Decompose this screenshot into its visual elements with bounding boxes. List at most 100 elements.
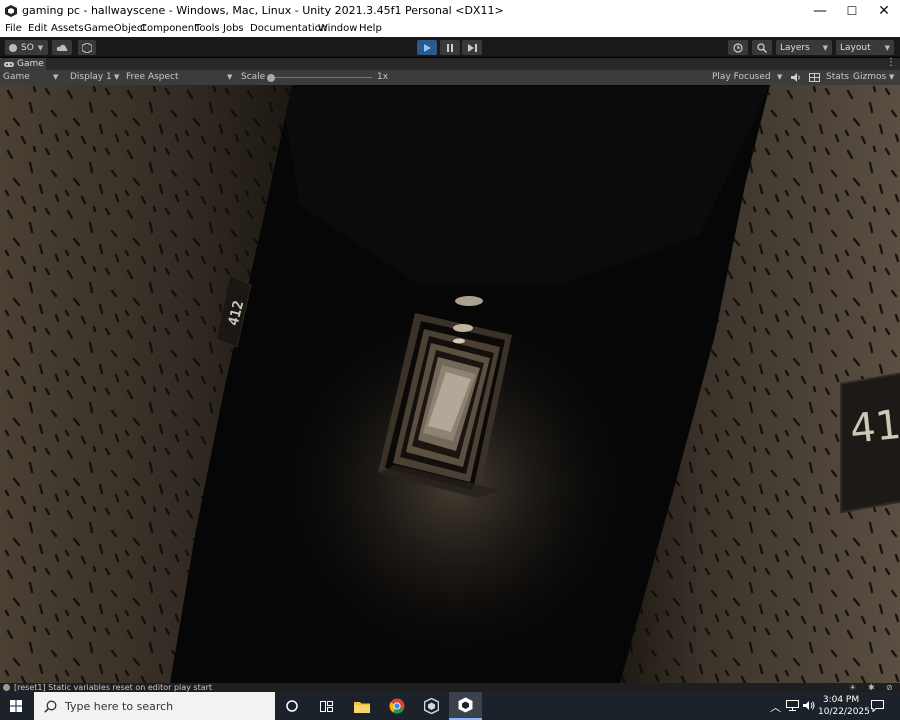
tab-strip: Game ⋮: [0, 57, 900, 70]
tab-game[interactable]: Game: [0, 58, 46, 70]
menu-tools[interactable]: Tools: [195, 23, 220, 34]
scale-value: 1x: [377, 72, 389, 82]
cloud-icon: [56, 44, 68, 51]
minimize-button[interactable]: —: [804, 0, 836, 22]
view-mode-label: Game: [3, 72, 30, 82]
tab-game-label: Game: [17, 59, 44, 69]
search-placeholder: Type here to search: [65, 699, 174, 713]
step-icon: [467, 43, 477, 52]
history-icon: [733, 42, 743, 53]
pause-icon: [447, 43, 453, 52]
settings-icon[interactable]: ⊘: [886, 683, 893, 692]
search-icon: [44, 700, 57, 713]
chevron-down-icon: ▼: [114, 73, 120, 81]
task-view-button[interactable]: [310, 692, 342, 720]
step-button[interactable]: [462, 40, 482, 55]
info-icon: [3, 684, 10, 691]
layers-dropdown[interactable]: Layers ▼: [776, 40, 832, 55]
menu-jobs[interactable]: Jobs: [223, 23, 244, 34]
menu-help[interactable]: Help: [359, 23, 382, 34]
layout-dropdown[interactable]: Layout ▼: [836, 40, 894, 55]
title-bar: gaming pc - hallwayscene - Windows, Mac,…: [0, 0, 900, 22]
console-status-bar[interactable]: [reset1] Static variables reset on edito…: [0, 683, 900, 692]
unity-editor-icon: [458, 697, 473, 713]
taskbar-unity-hub[interactable]: [415, 692, 447, 720]
maximize-button[interactable]: ☐: [836, 0, 868, 22]
game-view-toolbar: Game ▼ Display 1 ▼ Free Aspect ▼ Scale 1…: [0, 70, 900, 85]
layout-label: Layout: [840, 42, 871, 53]
play-icon: [424, 43, 431, 52]
lighting-icon[interactable]: ☀: [849, 683, 856, 692]
menu-bar: File Edit Assets GameObject Component To…: [0, 22, 900, 37]
task-view-icon: [319, 700, 333, 712]
chevron-up-icon[interactable]: ︿: [770, 699, 781, 715]
grid-icon[interactable]: [809, 73, 820, 82]
collab-button[interactable]: [78, 40, 96, 55]
play-button[interactable]: [417, 40, 437, 55]
main-toolbar: SO ▼ Layers ▼ Layout ▼: [0, 37, 900, 57]
menu-file[interactable]: File: [5, 23, 22, 34]
chevron-down-icon: ▼: [889, 73, 895, 81]
history-button[interactable]: [728, 40, 748, 55]
display-dropdown[interactable]: Display 1: [70, 72, 112, 82]
menu-component[interactable]: Component: [140, 23, 198, 34]
play-mode-dropdown[interactable]: Play Focused: [712, 72, 771, 82]
cortana-icon: [286, 700, 298, 712]
cloud-button[interactable]: [52, 40, 72, 55]
unity-logo-icon: [5, 5, 17, 17]
notifications-icon[interactable]: [871, 700, 884, 712]
search-icon: [757, 42, 767, 53]
folder-icon: [354, 701, 370, 713]
taskbar-chrome[interactable]: [381, 692, 413, 720]
chrome-icon: [389, 698, 405, 714]
chevron-down-icon: ▼: [53, 73, 59, 81]
taskbar-unity-editor[interactable]: [449, 692, 482, 720]
collab-icon: [82, 42, 92, 53]
window-title: gaming pc - hallwayscene - Windows, Mac,…: [22, 4, 504, 17]
display-label: Display 1: [70, 72, 112, 82]
view-mode-dropdown[interactable]: Game: [3, 72, 30, 82]
clock-time: 3:04 PM: [822, 695, 860, 705]
scale-slider-handle[interactable]: [267, 74, 275, 82]
volume-icon[interactable]: [803, 700, 816, 711]
close-button[interactable]: ✕: [868, 0, 900, 22]
right-room-number: 416: [847, 399, 900, 453]
scale-slider-track[interactable]: [270, 77, 372, 78]
aspect-dropdown[interactable]: Free Aspect: [126, 72, 179, 82]
play-mode-label: Play Focused: [712, 72, 771, 82]
windows-taskbar: Type here to search ︿ 3:04 PM 10/22/2025: [0, 692, 900, 720]
game-view[interactable]: 412 416: [0, 85, 900, 683]
menu-window[interactable]: Window: [318, 23, 357, 34]
start-button[interactable]: [0, 692, 32, 720]
more-options-icon[interactable]: ⋮: [886, 57, 896, 68]
chevron-down-icon: ▼: [884, 43, 890, 52]
chevron-down-icon: ▼: [777, 73, 783, 81]
scale-label: Scale: [241, 72, 266, 82]
menu-documentation[interactable]: Documentation: [250, 23, 327, 34]
hallway-render: [0, 85, 900, 683]
menu-assets[interactable]: Assets: [51, 23, 84, 34]
clock-date: 10/22/2025: [818, 707, 870, 717]
bug-icon[interactable]: ✱: [868, 683, 875, 692]
speaker-icon[interactable]: [791, 73, 802, 82]
network-icon[interactable]: [786, 700, 799, 711]
account-dropdown[interactable]: SO ▼: [5, 40, 48, 55]
gizmos-dropdown[interactable]: Gizmos: [853, 72, 886, 82]
taskbar-search-box[interactable]: Type here to search: [34, 692, 275, 720]
console-message: [reset1] Static variables reset on edito…: [14, 683, 213, 692]
chevron-down-icon: ▼: [822, 43, 828, 52]
search-button[interactable]: [752, 40, 772, 55]
menu-gameobject[interactable]: GameObject: [84, 23, 146, 34]
gamepad-icon: [4, 61, 14, 67]
stats-button[interactable]: Stats: [826, 72, 849, 82]
account-icon: [9, 43, 17, 52]
windows-logo-icon: [10, 700, 22, 712]
aspect-label: Free Aspect: [126, 72, 179, 82]
menu-edit[interactable]: Edit: [28, 23, 47, 34]
pause-button[interactable]: [440, 40, 460, 55]
taskbar-file-explorer[interactable]: [346, 692, 378, 720]
cortana-button[interactable]: [276, 692, 308, 720]
unity-hub-icon: [423, 698, 439, 714]
taskbar-clock[interactable]: 3:04 PM 10/22/2025: [818, 694, 870, 718]
chevron-down-icon: ▼: [227, 73, 233, 81]
